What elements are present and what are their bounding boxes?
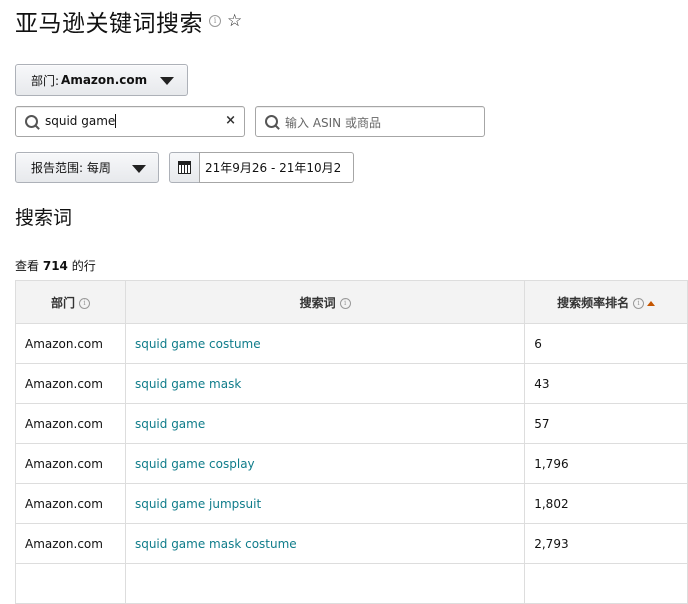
table-row: Amazon.com squid game jumpsuit 1,802 [15, 483, 688, 524]
asin-placeholder: 输入 ASIN 或商品 [285, 116, 381, 130]
column-header-label: 搜索频率排名 [557, 295, 630, 310]
date-range-input[interactable]: 21年9月26 - 21年10月2 [199, 152, 354, 183]
info-icon[interactable]: i [78, 297, 90, 309]
table-row: Amazon.com squid game 57 [15, 403, 688, 444]
info-icon[interactable]: i [633, 297, 645, 309]
count-suffix: 的行 [71, 259, 96, 273]
cell-rank: 2,793 [524, 523, 688, 564]
search-term-link[interactable]: squid game costume [124, 323, 526, 364]
page-title: 亚马逊关键词搜索 [15, 11, 203, 37]
search-term-link[interactable]: squid game jumpsuit [124, 483, 526, 524]
search-term-link[interactable]: squid game mask [124, 363, 526, 404]
clear-icon[interactable]: × [225, 113, 236, 128]
column-header-department[interactable]: 部门 i [15, 280, 126, 324]
info-icon[interactable]: i [339, 297, 351, 309]
cell-rank: 6 [524, 323, 688, 364]
cell-rank: 43 [524, 363, 688, 404]
chevron-down-icon [160, 77, 174, 85]
search-term-link[interactable]: squid game [124, 403, 526, 444]
search-terms-table: 部门 i 搜索词 i 搜索频率排名 i Amazon.com squid game c… [15, 280, 688, 604]
title-row: 亚马逊关键词搜索 i ☆ [15, 4, 242, 38]
cell-department: Amazon.com [15, 523, 126, 564]
search-icon [25, 115, 38, 128]
count-prefix: 查看 [15, 259, 40, 273]
row-count: 查看 714 的行 [15, 257, 96, 274]
table-row: Amazon.com squid game mask 43 [15, 363, 688, 404]
cell-rank: 1,802 [524, 483, 688, 524]
search-icon [265, 115, 278, 128]
sort-ascending-icon [647, 300, 656, 306]
chevron-down-icon [132, 165, 146, 173]
column-header-frequency-rank[interactable]: 搜索频率排名 i [524, 280, 688, 324]
search-input[interactable]: squid game × [15, 106, 245, 137]
table-row: Amazon.com squid game mask costume 2,793 [15, 523, 688, 564]
department-value: Amazon.com [61, 73, 148, 87]
info-icon[interactable]: i [209, 15, 221, 27]
cell-rank: 57 [524, 403, 688, 444]
calendar-button[interactable] [169, 152, 200, 183]
cell-rank: 1,796 [524, 443, 688, 484]
column-header-label: 部门 [50, 295, 75, 310]
search-term-link[interactable]: squid game mask costume [124, 523, 526, 564]
asin-input[interactable]: 输入 ASIN 或商品 [255, 106, 485, 137]
department-dropdown[interactable]: 部门: Amazon.com [15, 64, 188, 96]
search-value: squid game [45, 114, 116, 128]
calendar-icon [178, 161, 191, 174]
cell-department: Amazon.com [15, 363, 126, 404]
column-header-label: 搜索词 [299, 295, 336, 310]
count-value: 714 [42, 259, 68, 273]
cell-department: Amazon.com [15, 483, 126, 524]
search-term-link[interactable]: squid game cosplay [124, 443, 526, 484]
star-icon[interactable]: ☆ [227, 11, 242, 31]
department-label: 部门: [31, 73, 60, 88]
cell-department: Amazon.com [15, 443, 126, 484]
report-range-dropdown[interactable]: 报告范围: 每周 [15, 152, 159, 183]
cell-department: Amazon.com [15, 403, 126, 444]
report-range-label: 报告范围: 每周 [31, 161, 111, 175]
cell-department: Amazon.com [15, 323, 126, 364]
column-header-search-term[interactable]: 搜索词 i [124, 280, 526, 324]
text-cursor [115, 114, 117, 128]
section-title: 搜索词 [15, 207, 73, 229]
table-row: Amazon.com squid game cosplay 1,796 [15, 443, 688, 484]
table-row: Amazon.com squid game costume 6 [15, 323, 688, 364]
